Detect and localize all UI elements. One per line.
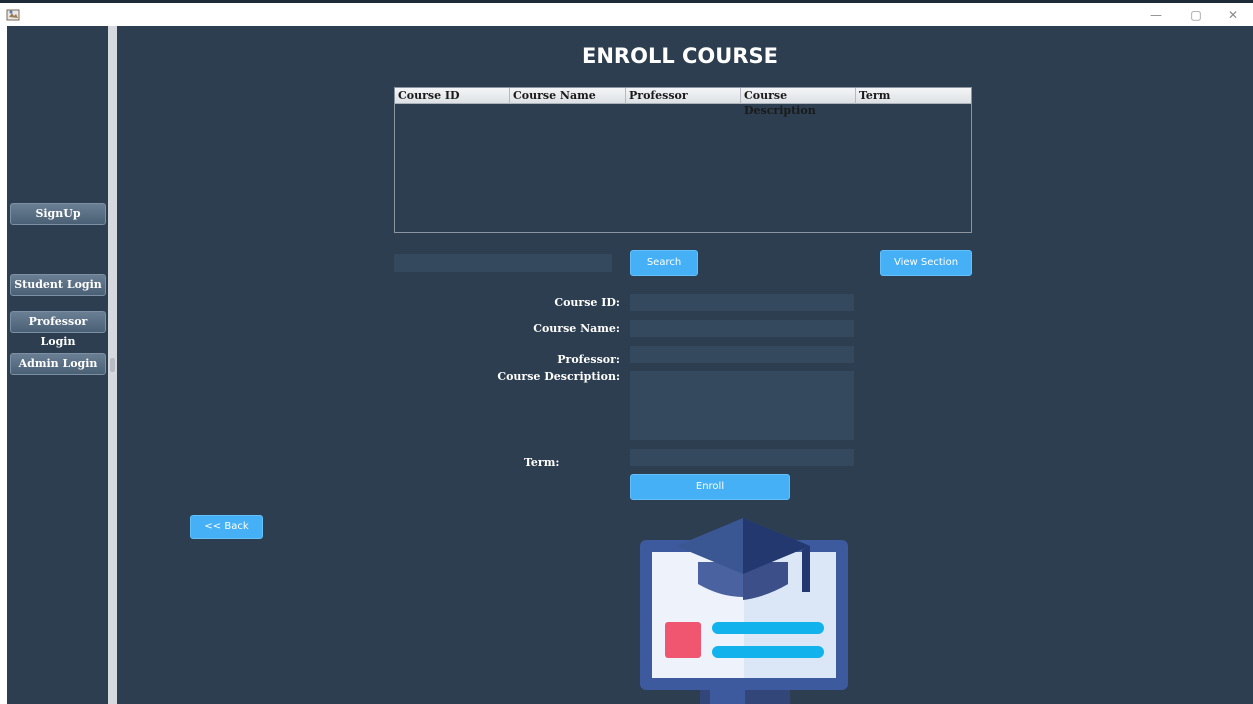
column-header-term[interactable]: Term — [856, 88, 971, 104]
professor-label: Professor: — [557, 353, 620, 366]
search-button[interactable]: Search — [630, 250, 698, 276]
java-app-icon — [6, 9, 20, 21]
term-field[interactable] — [630, 449, 854, 466]
view-section-button[interactable]: View Section — [880, 250, 972, 276]
professor-field[interactable] — [630, 346, 854, 363]
course-name-label: Course Name: — [533, 322, 620, 335]
enroll-button[interactable]: Enroll — [630, 474, 790, 500]
column-header-course-id[interactable]: Course ID — [395, 88, 510, 104]
restore-button[interactable]: ▢ — [1181, 6, 1211, 24]
close-button[interactable]: ✕ — [1218, 6, 1248, 24]
text-line-2 — [712, 646, 824, 658]
column-header-course-name[interactable]: Course Name — [510, 88, 626, 104]
signup-button[interactable]: SignUp — [10, 203, 106, 225]
page-title: ENROLL COURSE — [582, 44, 778, 68]
course-description-label: Course Description: — [497, 370, 620, 383]
student-login-button[interactable]: Student Login — [10, 274, 106, 296]
course-table[interactable]: Course ID Course Name Professor Course D… — [394, 87, 972, 233]
back-button[interactable]: << Back — [190, 515, 263, 539]
column-header-professor[interactable]: Professor — [626, 88, 741, 104]
search-input[interactable] — [394, 254, 612, 272]
text-line-1 — [712, 622, 824, 634]
column-header-course-description[interactable]: Course Description — [741, 88, 856, 117]
graduation-monitor-illustration — [640, 518, 848, 704]
cap-tassel — [802, 546, 810, 592]
course-name-field[interactable] — [630, 320, 854, 337]
professor-login-button[interactable]: Professor Login — [10, 311, 106, 348]
minimize-button[interactable]: — — [1141, 6, 1171, 24]
pink-square — [665, 622, 701, 658]
admin-login-button[interactable]: Admin Login — [10, 353, 106, 375]
course-description-field[interactable] — [630, 371, 854, 440]
divider-handle[interactable] — [110, 358, 115, 372]
course-id-label: Course ID: — [554, 296, 620, 309]
title-bar: — ▢ ✕ — [0, 3, 1253, 26]
term-label: Term: — [524, 456, 560, 469]
table-header: Course ID Course Name Professor Course D… — [395, 88, 971, 117]
course-id-field[interactable] — [630, 294, 854, 311]
window-left-border — [0, 26, 7, 704]
